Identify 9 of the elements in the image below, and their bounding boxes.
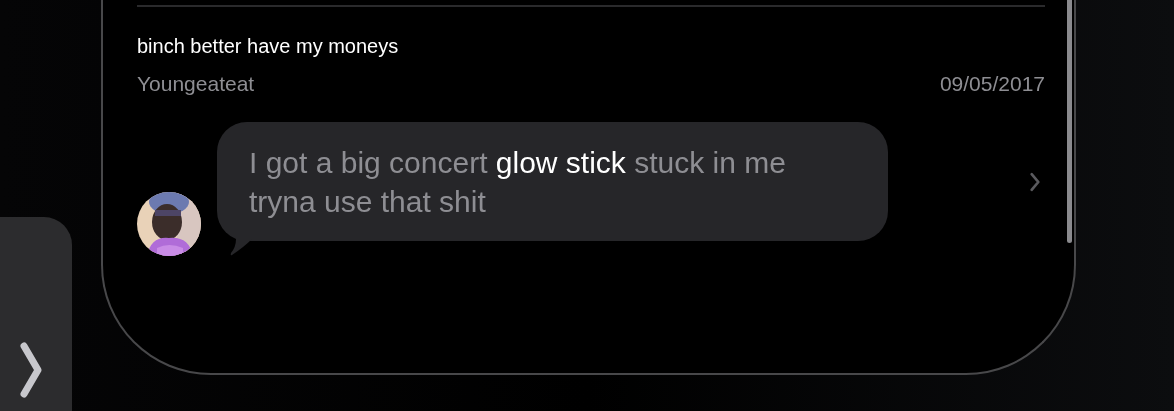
chevron-icon[interactable] [1029, 171, 1041, 192]
message-bubble[interactable]: I got a big concert glow stick stuck in me tryna use that shit [217, 122, 888, 241]
side-tab[interactable] [0, 217, 72, 411]
bubble-tail [230, 239, 252, 257]
chevron-icon [20, 342, 42, 398]
conversation-title: binch better have my moneys [137, 34, 400, 59]
message-text: I got a big concert glow stick stuck in me tryna use that shit [249, 145, 787, 220]
sender-name: Youngeateat [137, 71, 255, 97]
message-date: 09/05/2017 [939, 71, 1045, 97]
